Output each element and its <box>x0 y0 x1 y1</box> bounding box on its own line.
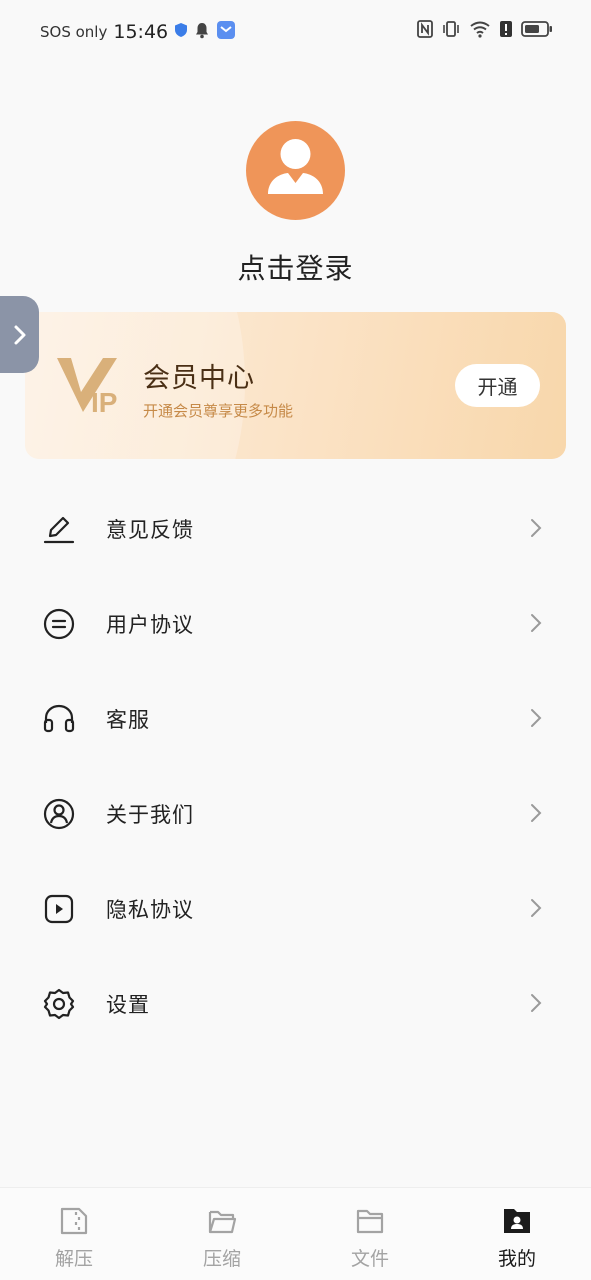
shield-play-icon <box>44 894 74 924</box>
vip-logo-icon: IP <box>57 358 117 416</box>
nfc-icon <box>417 20 433 42</box>
bottom-nav: 解压 压缩 文件 我的 <box>0 1187 591 1280</box>
user-silhouette-icon <box>268 139 323 194</box>
nav-tab-unzip[interactable]: 解压 <box>0 1188 148 1280</box>
unzip-icon <box>60 1207 88 1235</box>
gear-icon <box>43 988 75 1020</box>
nav-label: 解压 <box>54 1248 93 1270</box>
chevron-right-icon <box>14 325 25 344</box>
nav-tab-mine[interactable]: 我的 <box>443 1188 591 1280</box>
menu-item-user-agreement[interactable]: 用户协议 <box>0 583 591 663</box>
folder-open-icon <box>208 1210 237 1234</box>
user-circle-icon <box>43 798 75 830</box>
menu-item-feedback[interactable]: 意见反馈 <box>0 488 591 568</box>
side-expand-tab[interactable] <box>0 296 39 373</box>
headset-icon <box>43 704 75 733</box>
menu-label: 用户协议 <box>106 613 194 637</box>
wifi-icon <box>469 20 491 42</box>
nav-label: 文件 <box>350 1248 389 1270</box>
alert-icon <box>499 20 513 42</box>
vibrate-icon <box>441 20 461 42</box>
shield-icon <box>174 22 188 42</box>
menu-item-settings[interactable]: 设置 <box>0 963 591 1043</box>
chevron-right-icon <box>531 899 542 917</box>
document-circle-icon <box>43 608 75 640</box>
menu-item-customer-service[interactable]: 客服 <box>0 678 591 758</box>
vip-title: 会员中心 <box>143 363 255 394</box>
battery-icon <box>521 20 553 42</box>
pencil-icon <box>43 516 75 544</box>
menu-label: 客服 <box>106 708 150 732</box>
chevron-right-icon <box>531 804 542 822</box>
login-link[interactable]: 点击登录 <box>0 247 591 287</box>
avatar[interactable] <box>246 121 345 220</box>
nav-label: 压缩 <box>202 1248 241 1270</box>
vip-card[interactable]: IP 会员中心 开通会员尊享更多功能 开通 <box>25 312 566 459</box>
svg-text:IP: IP <box>91 387 117 416</box>
menu-label: 关于我们 <box>106 803 194 827</box>
nav-label: 我的 <box>497 1248 536 1270</box>
chevron-right-icon <box>531 709 542 727</box>
folder-icon <box>356 1209 384 1234</box>
menu-label: 设置 <box>106 993 150 1017</box>
profile-folder-icon <box>504 1209 530 1233</box>
carrier-text: SOS only <box>40 23 108 41</box>
app-notification-icon <box>216 20 236 44</box>
vip-open-button[interactable]: 开通 <box>455 364 540 407</box>
menu-label: 意见反馈 <box>106 518 194 542</box>
nav-tab-compress[interactable]: 压缩 <box>148 1188 296 1280</box>
nav-tab-files[interactable]: 文件 <box>296 1188 444 1280</box>
chevron-right-icon <box>531 519 542 537</box>
vip-subtitle: 开通会员尊享更多功能 <box>143 402 294 420</box>
chevron-right-icon <box>531 994 542 1012</box>
menu-label: 隐私协议 <box>106 898 194 922</box>
bell-icon <box>194 22 210 43</box>
clock-time: 15:46 <box>113 21 169 43</box>
menu-item-privacy-policy[interactable]: 隐私协议 <box>0 868 591 948</box>
chevron-right-icon <box>531 614 542 632</box>
menu-item-about-us[interactable]: 关于我们 <box>0 773 591 853</box>
status-bar: SOS only 15:46 <box>0 0 591 66</box>
